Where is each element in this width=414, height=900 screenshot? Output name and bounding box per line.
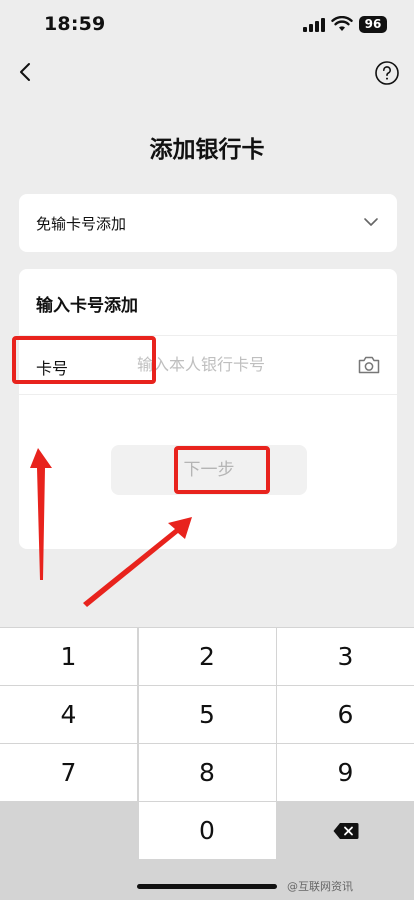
status-bar: 18:59 96 xyxy=(0,0,414,48)
camera-icon[interactable] xyxy=(357,355,381,375)
key-2[interactable]: 2 xyxy=(138,628,276,685)
annotation-box-card-number xyxy=(12,336,156,384)
key-8[interactable]: 8 xyxy=(138,744,276,801)
help-button[interactable] xyxy=(374,60,400,86)
key-4[interactable]: 4 xyxy=(0,686,137,743)
numeric-keypad: 1 2 3 4 5 6 7 8 9 0 xyxy=(0,627,414,900)
back-button[interactable] xyxy=(12,58,40,86)
key-7[interactable]: 7 xyxy=(0,744,137,801)
divider xyxy=(19,394,397,395)
manual-add-card: 输入卡号添加 卡号 下一步 xyxy=(19,269,397,549)
delete-key[interactable] xyxy=(277,802,414,859)
signal-icon xyxy=(303,18,325,32)
chevron-down-icon xyxy=(364,218,378,226)
key-6[interactable]: 6 xyxy=(277,686,414,743)
quick-add-label: 免输卡号添加 xyxy=(36,215,127,233)
key-5[interactable]: 5 xyxy=(138,686,276,743)
manual-add-title: 输入卡号添加 xyxy=(36,296,138,316)
page-title: 添加银行卡 xyxy=(149,137,265,163)
card-number-input[interactable] xyxy=(137,351,341,377)
watermark: @互联网资讯 xyxy=(287,880,353,893)
wifi-icon xyxy=(331,16,353,31)
quick-add-card[interactable]: 免输卡号添加 xyxy=(19,194,397,252)
backspace-icon xyxy=(333,822,358,839)
annotation-box-next xyxy=(174,446,270,494)
key-empty xyxy=(0,802,137,859)
home-indicator xyxy=(137,884,277,889)
key-9[interactable]: 9 xyxy=(277,744,414,801)
key-1[interactable]: 1 xyxy=(0,628,137,685)
key-3[interactable]: 3 xyxy=(277,628,414,685)
battery-icon: 96 xyxy=(359,16,387,33)
key-0[interactable]: 0 xyxy=(138,802,276,859)
status-time: 18:59 xyxy=(44,13,106,35)
